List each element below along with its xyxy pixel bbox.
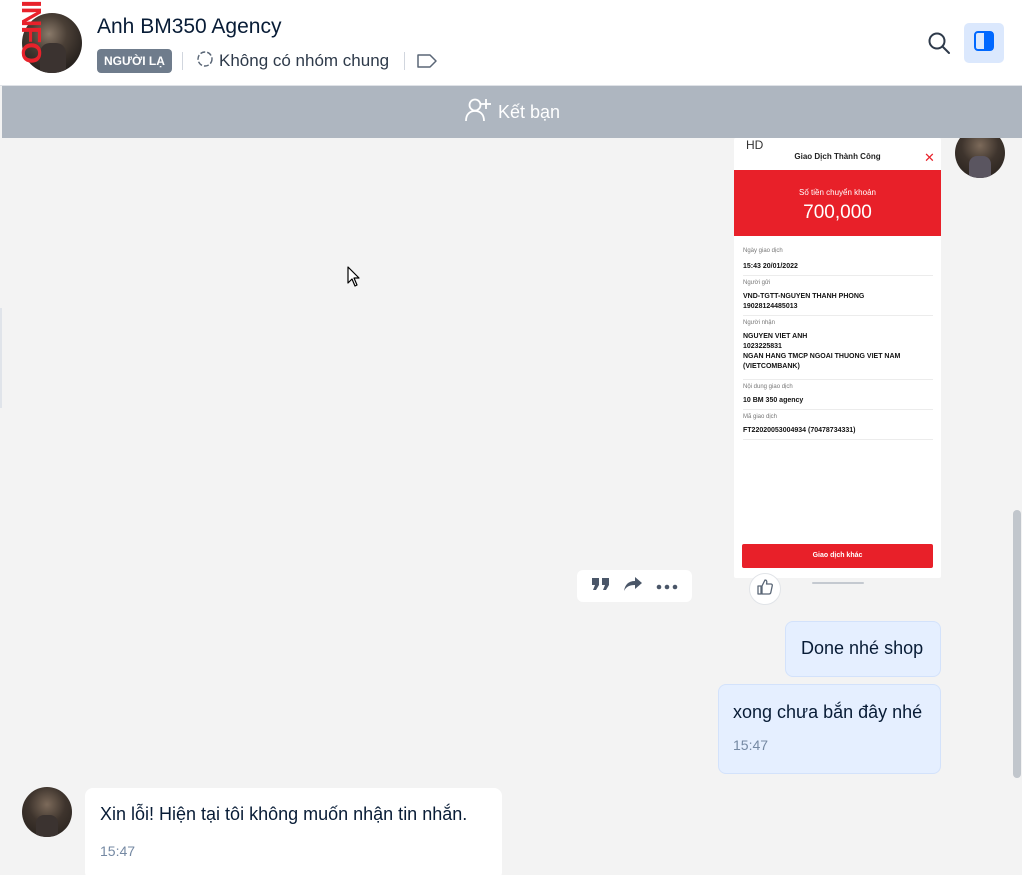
receipt-row-value: FT22020053004934 (70478734331)	[743, 427, 856, 434]
message-bubble-outgoing[interactable]: Done nhé shop	[785, 621, 941, 677]
quote-icon[interactable]	[591, 575, 611, 598]
tag-icon[interactable]	[416, 52, 438, 75]
side-panel-icon	[973, 30, 995, 57]
divider	[0, 308, 2, 408]
receipt-row-label: Người gửi	[743, 280, 771, 286]
common-groups-label: Không có nhóm chung	[219, 51, 390, 70]
info-watermark: INFO	[16, 0, 47, 63]
contact-name[interactable]: Anh BM350 Agency	[97, 15, 281, 39]
image-handle	[812, 582, 864, 584]
receipt-row-label: Ngày giao dịch	[743, 248, 783, 254]
receipt-row: Nội dung giao dịch 10 BM 350 agency	[743, 380, 933, 410]
message-text: xong chưa bắn đây nhé	[733, 702, 923, 722]
thumbs-up-icon	[756, 578, 774, 601]
receipt-amount: 700,000	[803, 202, 872, 223]
receipt-row: Ngày giao dịch 15:43 20/01/2022	[743, 244, 933, 276]
divider	[404, 52, 405, 70]
receipt-status: HD	[746, 138, 764, 152]
receipt-row-value: NGUYEN VIET ANH 1023225831 NGAN HANG TMC…	[743, 333, 901, 370]
receipt-row-label: Nội dung giao dịch	[743, 384, 793, 390]
message-text: Done nhé shop	[801, 638, 924, 658]
search-icon[interactable]	[926, 30, 952, 61]
message-time: 15:47	[733, 737, 769, 753]
side-panel-button[interactable]	[964, 23, 1004, 63]
message-actions	[577, 570, 692, 602]
message-list[interactable]: HD Giao Dịch Thành Công ✕ Số tiền chuyển…	[0, 138, 1022, 875]
receipt-row: Người nhận NGUYEN VIET ANH 1023225831 NG…	[743, 316, 933, 380]
message-bubble-incoming[interactable]: Xin lỗi! Hiện tại tôi không muốn nhận ti…	[85, 788, 502, 875]
like-button[interactable]	[749, 573, 781, 605]
receipt-amount-label: Số tiền chuyển khoản	[799, 188, 876, 197]
message-text: Xin lỗi! Hiện tại tôi không muốn nhận ti…	[100, 804, 468, 824]
receipt-row-value: VND-TGTT-NGUYEN THANH PHONG 190281244850…	[743, 293, 865, 310]
mouse-cursor-icon	[347, 266, 361, 293]
sender-avatar[interactable]	[955, 138, 1005, 178]
common-groups[interactable]: Không có nhóm chung	[195, 49, 389, 73]
divider	[182, 52, 183, 70]
message-time: 15:47	[100, 843, 136, 859]
receipt-title: Giao Dịch Thành Công	[794, 152, 881, 161]
receipt-row-value: 10 BM 350 agency	[743, 397, 804, 404]
close-icon: ✕	[924, 150, 935, 165]
message-bubble-outgoing[interactable]: xong chưa bắn đây nhé 15:47	[718, 684, 941, 774]
receipt-row-value: 15:43 20/01/2022	[743, 263, 798, 270]
more-icon[interactable]	[656, 577, 678, 595]
add-friend-button[interactable]: Kết bạn	[2, 86, 1022, 138]
receipt-banner: Số tiền chuyển khoản 700,000	[734, 170, 941, 236]
chat-header: INFO Anh BM350 Agency NGƯỜI LẠ Không có …	[0, 0, 1022, 86]
add-friend-label: Kết bạn	[497, 101, 561, 122]
group-icon	[195, 49, 215, 74]
scrollbar[interactable]	[1013, 510, 1021, 778]
image-message[interactable]: HD Giao Dịch Thành Công ✕ Số tiền chuyển…	[734, 138, 941, 578]
receipt-row: Người gửi VND-TGTT-NGUYEN THANH PHONG 19…	[743, 276, 933, 316]
stranger-badge: NGƯỜI LẠ	[97, 49, 172, 73]
contact-avatar-small[interactable]	[22, 787, 72, 837]
add-friend-icon	[464, 97, 492, 128]
receipt-other-transaction-button: Giao dịch khác	[742, 544, 933, 568]
receipt-row-label: Mã giao dịch	[743, 414, 778, 420]
receipt-row-label: Người nhận	[743, 320, 775, 326]
receipt-row: Mã giao dịch FT22020053004934 (704787343…	[743, 410, 933, 440]
forward-icon[interactable]	[623, 575, 643, 598]
